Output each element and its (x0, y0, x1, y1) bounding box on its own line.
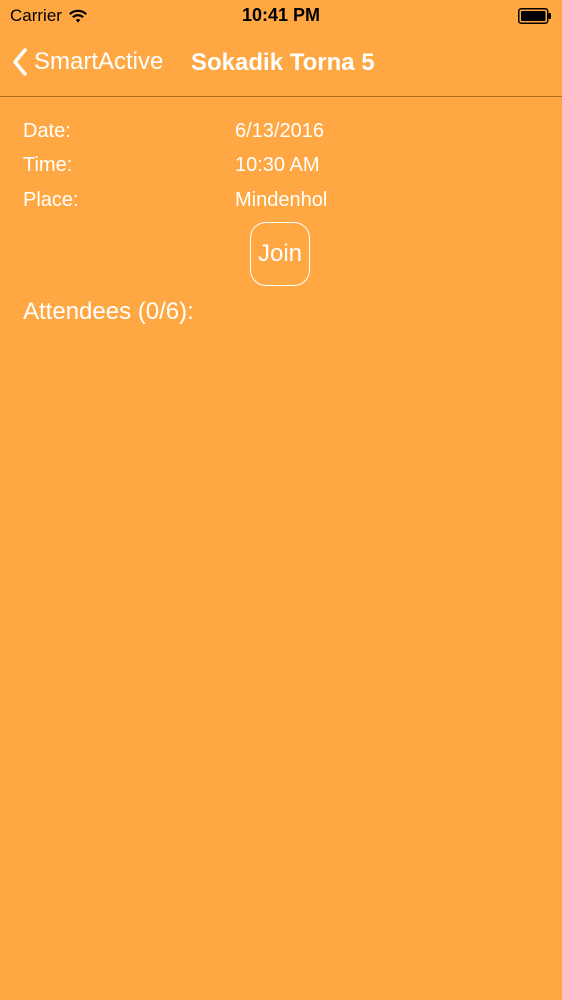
time-value: 10:30 AM (235, 154, 320, 176)
join-button[interactable]: Join (250, 222, 310, 286)
navigation-bar: SmartActive Sokadik Torna 5 (0, 34, 562, 97)
back-button[interactable]: SmartActive (12, 48, 163, 76)
place-label: Place: (23, 189, 79, 211)
date-label: Date: (23, 120, 71, 142)
status-bar: Carrier 10:41 PM (0, 0, 562, 34)
time-row: Time: 10:30 AM (23, 154, 543, 180)
battery-icon (518, 8, 551, 24)
back-button-label: SmartActive (34, 48, 164, 75)
date-value: 6/13/2016 (235, 120, 324, 142)
date-row: Date: 6/13/2016 (23, 120, 543, 146)
place-value: Mindenhol (235, 189, 328, 211)
place-row: Place: Mindenhol (23, 189, 543, 215)
chevron-left-icon (13, 48, 27, 76)
page-title: Sokadik Torna 5 (191, 49, 375, 76)
status-time: 10:41 PM (241, 5, 321, 25)
attendees-heading: Attendees (0/6): (23, 298, 194, 325)
time-label: Time: (23, 154, 73, 176)
